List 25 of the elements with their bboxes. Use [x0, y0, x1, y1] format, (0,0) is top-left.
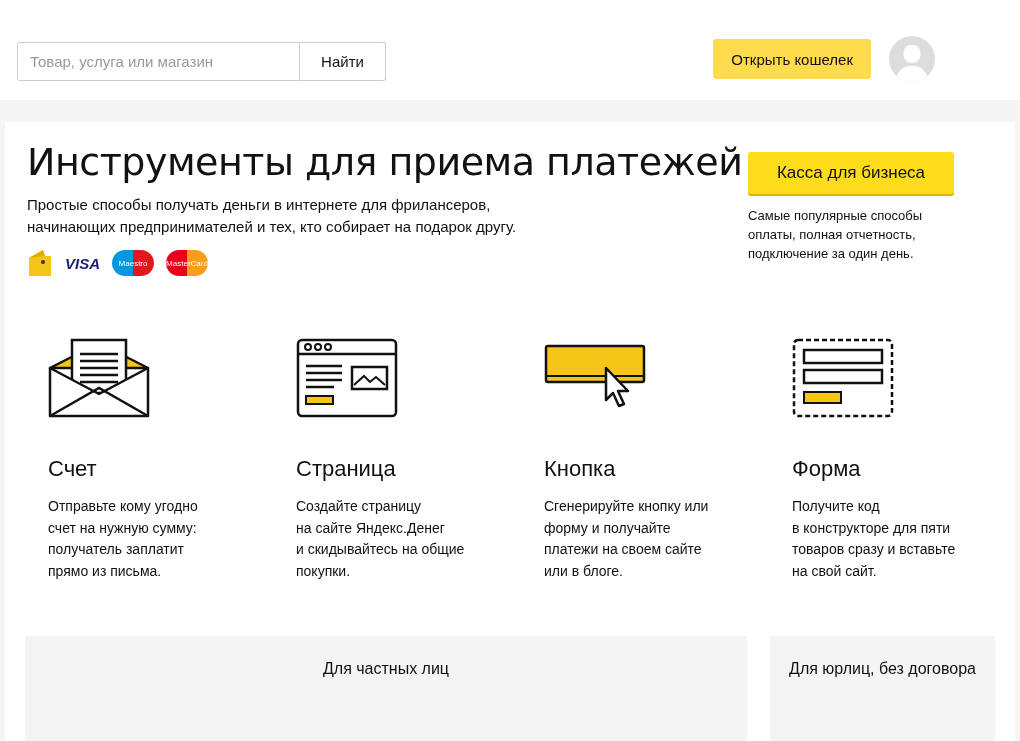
- feature-description: Отправьте кому угодно счет на нужную сумму: получатель заплатит прямо из письма.: [48, 497, 199, 581]
- form-icon: [792, 338, 894, 418]
- feature-title: Счет: [48, 456, 98, 482]
- feature-title: Страница: [296, 456, 397, 482]
- page-title: Инструменты для приема платежей: [27, 140, 743, 184]
- audience-tab[interactable]: Для юрлиц, без договора: [770, 636, 995, 741]
- open-wallet-button[interactable]: Открыть кошелек: [713, 39, 871, 79]
- web-page-icon: [296, 338, 398, 418]
- feature-description: Создайте страницу на сайте Яндекс.Денег и скидывайтесь на общие покупки.: [296, 497, 466, 581]
- search-field[interactable]: Товар, услуга или магазин: [17, 41, 300, 81]
- page-subtitle: Простые способы получать деньги в интернете для фрилансеров, начинающих предпринимателей и тех, кто собирает на подарок другу.: [27, 195, 518, 237]
- mastercard-logo: MasterCard: [166, 250, 208, 276]
- audience-tab[interactable]: Для частных лиц: [25, 636, 747, 741]
- wallet-icon: [27, 248, 53, 278]
- envelope-icon: [48, 338, 150, 418]
- feature-title: Кнопка: [544, 456, 617, 482]
- visa-logo: VISA: [65, 254, 100, 272]
- feature-description: Сгенерируйте кнопку или форму и получайте платежи на своем сайте или в блоге.: [544, 497, 710, 581]
- maestro-logo: Maestro: [112, 250, 154, 276]
- business-note: Самые популярные способы оплаты, полная отчетность, подключение за один день.: [748, 207, 924, 263]
- avatar-icon[interactable]: [889, 36, 935, 82]
- search-button[interactable]: Найти: [300, 41, 386, 81]
- feature-title: Форма: [792, 456, 862, 482]
- feature-description: Получите код в конструкторе для пяти товаров сразу и вставьте на свой сайт.: [792, 497, 957, 581]
- business-button[interactable]: Касса для бизнеса: [748, 152, 954, 194]
